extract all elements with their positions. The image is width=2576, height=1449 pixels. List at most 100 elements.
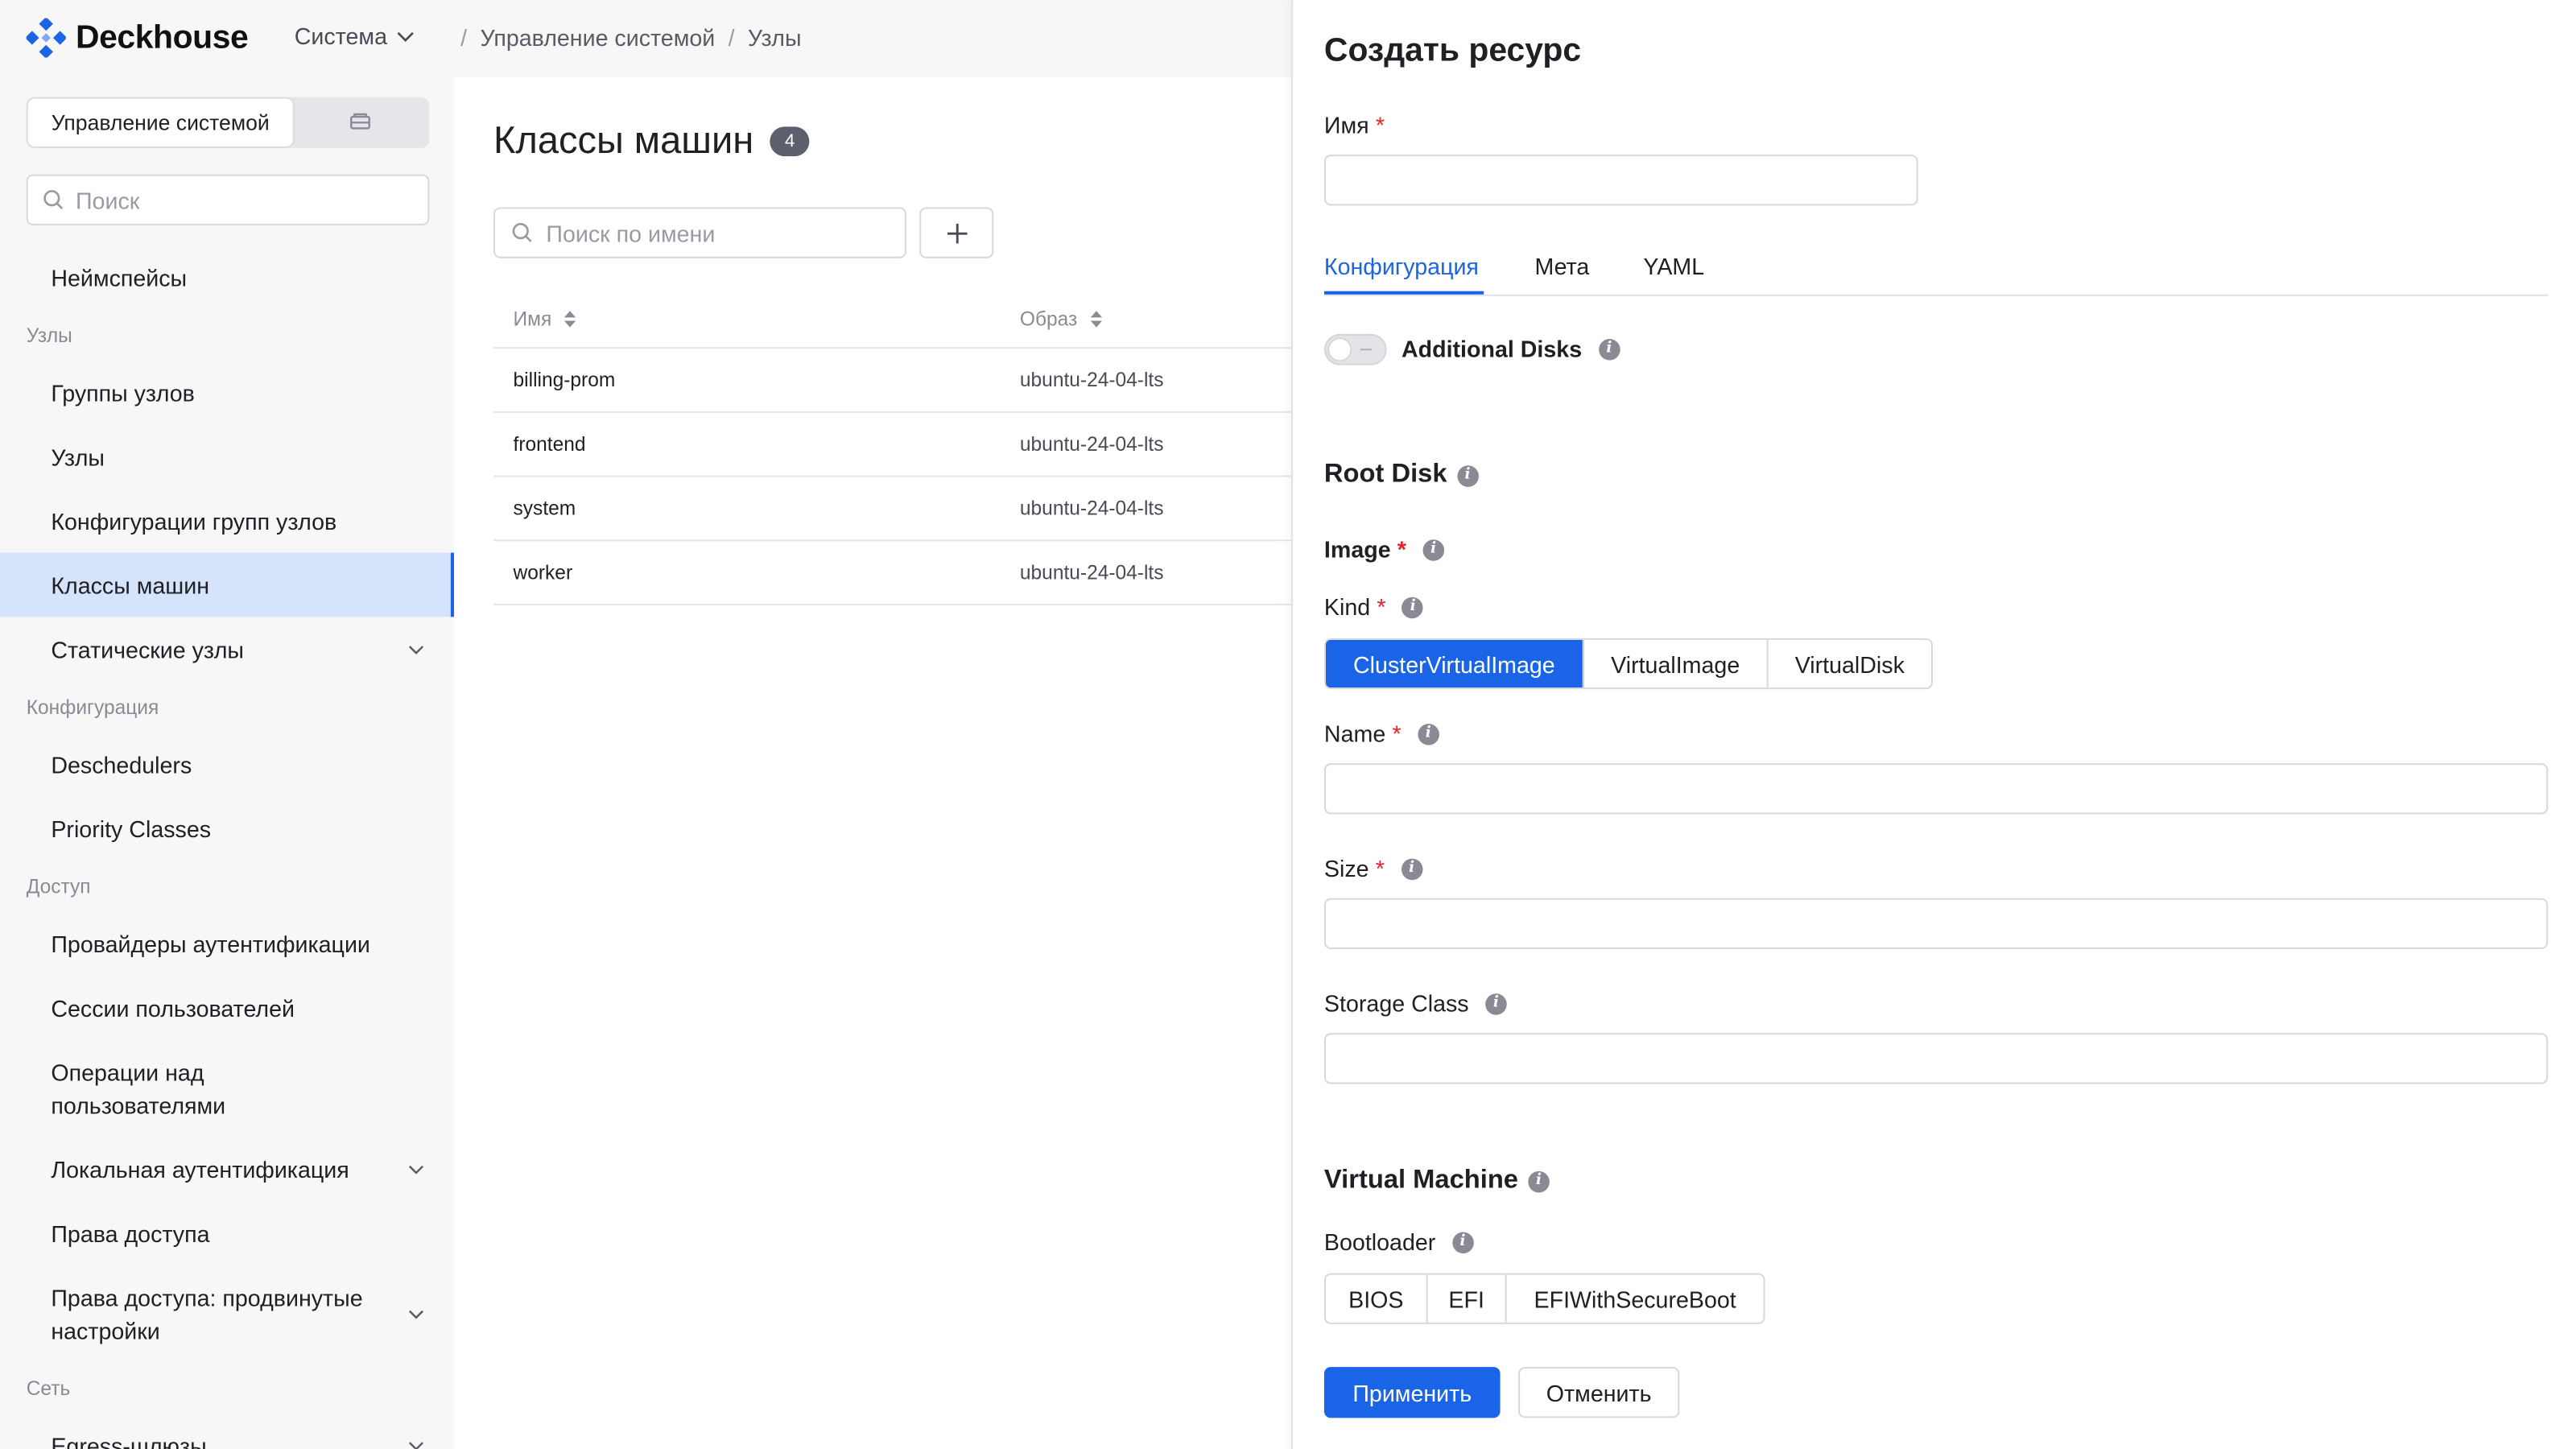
info-icon[interactable]: i [1598, 337, 1620, 360]
sidebar-item-label: Deschedulers [51, 750, 192, 778]
info-icon[interactable]: i [1418, 723, 1439, 745]
cell-image: ubuntu-24-04-lts [1019, 560, 1164, 584]
info-icon[interactable]: i [1402, 596, 1424, 618]
breadcrumb-separator: / [460, 24, 468, 52]
add-button[interactable] [919, 207, 994, 258]
sidebar-item-label-line: пользователями [51, 1091, 226, 1118]
breadcrumb-item-system-management[interactable]: Управление системой [480, 25, 715, 52]
cancel-button[interactable]: Отменить [1518, 1367, 1680, 1418]
logo[interactable]: Deckhouse [26, 16, 249, 59]
sidebar-item-access-rights-advanced[interactable]: Права доступа: продвинутые настройки [0, 1265, 454, 1362]
size-input[interactable] [1323, 898, 2549, 950]
kind-label-text: Kind [1323, 593, 1371, 621]
sidebar-item-namespaces[interactable]: Неймспейсы [0, 245, 454, 309]
sidebar-search-placeholder: Поиск [75, 186, 140, 213]
tab-configuration[interactable]: Конфигурация [1324, 254, 1479, 280]
sidebar-item-label: Права доступа [51, 1220, 210, 1246]
workspace-switcher: Управление системой [26, 97, 430, 148]
sidebar-item-node-group-configurations[interactable]: Конфигурации групп узлов [0, 489, 454, 553]
disk-name-input[interactable] [1323, 763, 2549, 815]
table-row[interactable]: frontend ubuntu-24-04-lts [493, 413, 1292, 477]
sidebar-item-node-groups[interactable]: Группы узлов [0, 361, 454, 425]
table-row[interactable]: billing-prom ubuntu-24-04-lts [493, 349, 1292, 413]
storage-class-label: Storage Class i [1324, 990, 1507, 1017]
sort-icon [564, 311, 576, 328]
tab-meta[interactable]: Мета [1534, 254, 1589, 280]
page-title: Классы машин [493, 118, 754, 162]
sidebar-item-local-auth[interactable]: Локальная аутентификация [0, 1137, 454, 1201]
info-icon[interactable]: i [1456, 464, 1479, 486]
chevron-down-icon [408, 1441, 424, 1449]
column-header-image[interactable]: Образ [1020, 308, 1104, 331]
additional-disks-label-text: Additional Disks [1401, 335, 1583, 362]
name-search-placeholder: Поиск по имени [546, 219, 716, 246]
bootloader-option-efi-secure-boot[interactable]: EFIWithSecureBoot [1507, 1275, 1764, 1323]
segment-system-management[interactable]: Управление системой [27, 98, 293, 147]
additional-disks-toggle[interactable] [1323, 333, 1387, 365]
box-icon[interactable] [349, 110, 372, 134]
cell-name[interactable]: worker [514, 561, 573, 584]
cell-name[interactable]: system [514, 497, 576, 520]
bootloader-selector: BIOS EFI EFIWithSecureBoot [1323, 1273, 1765, 1324]
required-mark: * [1392, 720, 1402, 747]
apply-button[interactable]: Применить [1323, 1367, 1501, 1418]
sidebar-item-access-rights[interactable]: Права доступа [0, 1201, 454, 1265]
column-header-label: Образ [1019, 308, 1078, 331]
logo-text: Deckhouse [75, 19, 249, 56]
cell-name[interactable]: billing-prom [514, 369, 616, 392]
create-resource-drawer [1291, 0, 2576, 1449]
storage-class-input[interactable] [1323, 1033, 2549, 1084]
size-label: Size * i [1324, 856, 1422, 881]
info-icon[interactable]: i [1401, 857, 1422, 880]
info-icon[interactable]: i [1485, 993, 1507, 1014]
tab-yaml[interactable]: YAML [1643, 254, 1704, 280]
name-label: Имя * [1324, 112, 1385, 138]
sidebar-item-auth-providers[interactable]: Провайдеры аутентификации [0, 911, 454, 976]
info-icon[interactable]: i [1422, 539, 1444, 560]
sidebar-section-configuration: Конфигурация [26, 695, 159, 718]
table-row[interactable]: system ubuntu-24-04-lts [493, 477, 1292, 542]
column-header-label: Имя [513, 308, 552, 331]
sidebar-item-label: Операции над пользователями [51, 1055, 225, 1121]
sidebar-item-priority-classes[interactable]: Priority Classes [0, 796, 454, 861]
system-menu[interactable]: Система [295, 23, 415, 49]
main-content [453, 77, 1292, 1449]
sidebar-item-nodes[interactable]: Узлы [0, 424, 454, 489]
kind-option-cluster-virtual-image[interactable]: ClusterVirtualImage [1325, 639, 1584, 688]
table-row[interactable]: worker ubuntu-24-04-lts [493, 541, 1292, 605]
chevron-down-icon [408, 645, 424, 654]
required-mark: * [1397, 536, 1406, 563]
sidebar-item-user-sessions[interactable]: Сессии пользователей [0, 976, 454, 1040]
storage-class-label-text: Storage Class [1323, 990, 1469, 1017]
sidebar-nav: Неймспейсы Узлы Группы узлов Узлы Конфиг… [0, 245, 454, 1449]
sidebar-item-machine-classes[interactable]: Классы машин [0, 552, 454, 617]
info-icon[interactable]: i [1451, 1231, 1474, 1253]
chevron-down-icon [408, 1309, 424, 1319]
deckhouse-logo-icon [26, 18, 66, 58]
sidebar-search[interactable]: Поиск [26, 174, 430, 225]
breadcrumb-separator: / [728, 24, 735, 52]
sort-icon [1090, 311, 1102, 328]
sidebar-item-user-operations[interactable]: Операции над пользователями [0, 1039, 454, 1137]
resource-name-input[interactable] [1323, 155, 1918, 206]
kind-option-virtual-disk[interactable]: VirtualDisk [1769, 640, 1931, 687]
page-header: Классы машин 4 [493, 118, 810, 163]
bootloader-option-bios[interactable]: BIOS [1326, 1274, 1428, 1323]
bootloader-label-text: Bootloader [1323, 1228, 1436, 1256]
additional-disks-label: Additional Disks i [1402, 336, 1620, 362]
sidebar-item-deschedulers[interactable]: Deschedulers [0, 732, 454, 796]
name-search-input[interactable]: Поиск по имени [493, 207, 906, 258]
sidebar-item-label: Статические узлы [51, 635, 244, 663]
column-header-name[interactable]: Имя [514, 308, 578, 331]
info-icon[interactable]: i [1528, 1170, 1550, 1192]
breadcrumb-item-nodes[interactable]: Узлы [748, 25, 802, 52]
sidebar-item-static-nodes[interactable]: Статические узлы [0, 617, 454, 681]
bootloader-option-efi[interactable]: EFI [1428, 1274, 1507, 1323]
kind-option-virtual-image[interactable]: VirtualImage [1584, 639, 1769, 688]
required-mark: * [1377, 593, 1386, 621]
cell-name[interactable]: frontend [514, 432, 586, 456]
sidebar-item-label: Классы машин [51, 572, 210, 598]
sidebar-item-egress-gateways[interactable]: Egress-шлюзы [0, 1413, 454, 1449]
search-icon [43, 190, 64, 210]
virtual-machine-heading: Virtual Machine i [1324, 1166, 1550, 1196]
